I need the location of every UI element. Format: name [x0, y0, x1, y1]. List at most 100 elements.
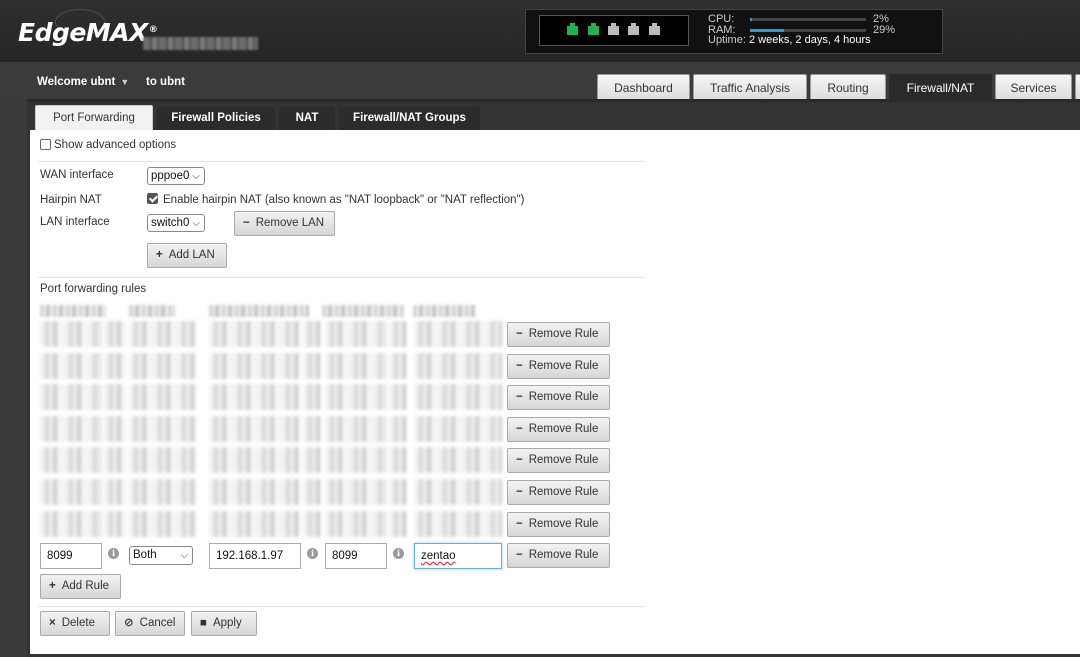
- rules-section-label: Port forwarding rules: [40, 283, 147, 295]
- description-value: zentao: [421, 550, 456, 562]
- redacted-cell: [129, 416, 197, 442]
- status-box: CPU: 2% RAM: 29% Uptime: 2 weeks, 2 days…: [525, 9, 943, 54]
- redacted-cell: [325, 447, 387, 473]
- tab-traffic-analysis[interactable]: Traffic Analysis: [693, 74, 807, 100]
- lan-interface-select[interactable]: switch0 ⌵: [147, 214, 205, 232]
- redacted-cell: [303, 447, 321, 473]
- tab-services[interactable]: Services: [995, 74, 1072, 100]
- redacted-cell: [104, 384, 126, 410]
- minus-icon: −: [516, 549, 523, 561]
- minus-icon: −: [243, 217, 250, 229]
- info-icon[interactable]: i: [108, 548, 119, 559]
- remove-rule-button[interactable]: − Remove Rule: [507, 480, 610, 505]
- ram-bar: [750, 28, 866, 32]
- wan-interface-select[interactable]: pppoe0 ⌵: [147, 167, 205, 185]
- redacted-cell: [209, 321, 301, 347]
- remove-rule-button[interactable]: − Remove Rule: [507, 512, 610, 537]
- lan-interface-value: switch0: [151, 217, 190, 229]
- remove-rule-label: Remove Rule: [528, 518, 599, 530]
- tab-firewall-nat[interactable]: Firewall/NAT: [889, 74, 992, 100]
- remove-rule-button[interactable]: − Remove Rule: [507, 322, 610, 347]
- info-icon[interactable]: i: [307, 548, 318, 559]
- redacted-cell: [414, 416, 502, 442]
- minus-icon: −: [516, 391, 523, 403]
- redacted-cell: [389, 384, 407, 410]
- redacted-cell: [40, 416, 102, 442]
- close-icon: ×: [49, 617, 56, 629]
- plus-icon: +: [156, 249, 163, 261]
- redacted-cell: [303, 321, 321, 347]
- show-advanced-label: Show advanced options: [54, 139, 177, 151]
- column-header-redacted: [209, 305, 309, 317]
- show-advanced-checkbox[interactable]: [40, 139, 51, 150]
- subtab-port-forwarding[interactable]: Port Forwarding: [35, 105, 153, 130]
- remove-rule-label: Remove Rule: [528, 423, 599, 435]
- hairpin-nat-description: Enable hairpin NAT (also known as "NAT l…: [163, 194, 525, 206]
- redacted-cell: [40, 479, 102, 505]
- minus-icon: −: [516, 486, 523, 498]
- user-menu[interactable]: Welcome ubnt ▼: [37, 76, 129, 88]
- remove-rule-button[interactable]: − Remove Rule: [507, 385, 610, 410]
- port-icon[interactable]: [608, 23, 619, 35]
- add-lan-button[interactable]: + Add LAN: [147, 243, 227, 268]
- port-icon[interactable]: [567, 23, 578, 35]
- redacted-cell: [325, 416, 387, 442]
- original-port-input[interactable]: 8099: [40, 543, 102, 569]
- apply-label: Apply: [212, 617, 242, 629]
- remove-rule-button[interactable]: − Remove Rule: [507, 448, 610, 473]
- remove-rule-label: Remove Rule: [528, 360, 599, 372]
- cancel-button[interactable]: ⊘ Cancel: [115, 611, 185, 636]
- remove-rule-button[interactable]: − Remove Rule: [507, 354, 610, 379]
- redacted-cell: [104, 321, 126, 347]
- cpu-value: 2%: [873, 13, 889, 25]
- redacted-cell: [209, 511, 301, 537]
- protocol-select[interactable]: Both ⌵: [129, 546, 193, 565]
- original-port-value: 8099: [47, 550, 73, 562]
- redacted-cell: [209, 353, 301, 379]
- top-nav: Welcome ubnt ▼ to ubnt Dashboard Traffic …: [0, 62, 1080, 101]
- redacted-cell: [414, 353, 502, 379]
- remove-lan-button[interactable]: − Remove LAN: [234, 211, 335, 236]
- redacted-cell: [325, 479, 387, 505]
- app-header: EdgeMAX® CPU: 2% RAM: 29% Uptime: 2 week…: [0, 0, 1080, 62]
- port-icon[interactable]: [649, 23, 660, 35]
- remove-rule-button[interactable]: − Remove Rule: [507, 417, 610, 442]
- chevron-down-icon: ⌵: [180, 550, 188, 561]
- remove-rule-button[interactable]: − Remove Rule: [507, 543, 610, 568]
- add-rule-button[interactable]: + Add Rule: [40, 574, 121, 599]
- info-icon[interactable]: i: [393, 548, 404, 559]
- redacted-cell: [414, 384, 502, 410]
- divider: [38, 161, 645, 162]
- port-icon[interactable]: [628, 23, 639, 35]
- subtab-nat[interactable]: NAT: [279, 107, 335, 130]
- apply-button[interactable]: ■ Apply: [191, 611, 257, 636]
- forward-to-port-input[interactable]: 8099: [325, 543, 387, 569]
- subtab-firewall-nat-groups[interactable]: Firewall/NAT Groups: [339, 107, 480, 130]
- subtab-firewall-policies[interactable]: Firewall Policies: [157, 107, 275, 130]
- redacted-cell: [303, 353, 321, 379]
- redacted-cell: [129, 384, 197, 410]
- redacted-cell: [303, 384, 321, 410]
- redacted-cell: [389, 479, 407, 505]
- redacted-cell: [389, 511, 407, 537]
- redacted-cell: [209, 479, 301, 505]
- column-header-redacted: [322, 305, 404, 317]
- divider: [38, 277, 645, 278]
- description-input[interactable]: zentao: [414, 543, 502, 569]
- redacted-cell: [325, 511, 387, 537]
- port-icon[interactable]: [588, 23, 599, 35]
- tab-routing[interactable]: Routing: [810, 74, 886, 100]
- column-header-redacted: [129, 305, 175, 317]
- chevron-down-icon: ⌵: [192, 171, 200, 182]
- redacted-cell: [40, 384, 102, 410]
- redacted-cell: [129, 511, 197, 537]
- forward-to-address-input[interactable]: 192.168.1.97: [209, 543, 301, 569]
- delete-button[interactable]: × Delete: [40, 611, 110, 636]
- tab-more[interactable]: [1075, 74, 1080, 100]
- cancel-label: Cancel: [139, 617, 176, 629]
- tab-dashboard[interactable]: Dashboard: [597, 74, 690, 100]
- redacted-cell: [414, 447, 502, 473]
- hairpin-nat-checkbox[interactable]: [147, 193, 158, 204]
- remove-rule-label: Remove Rule: [528, 454, 599, 466]
- redacted-cell: [325, 384, 387, 410]
